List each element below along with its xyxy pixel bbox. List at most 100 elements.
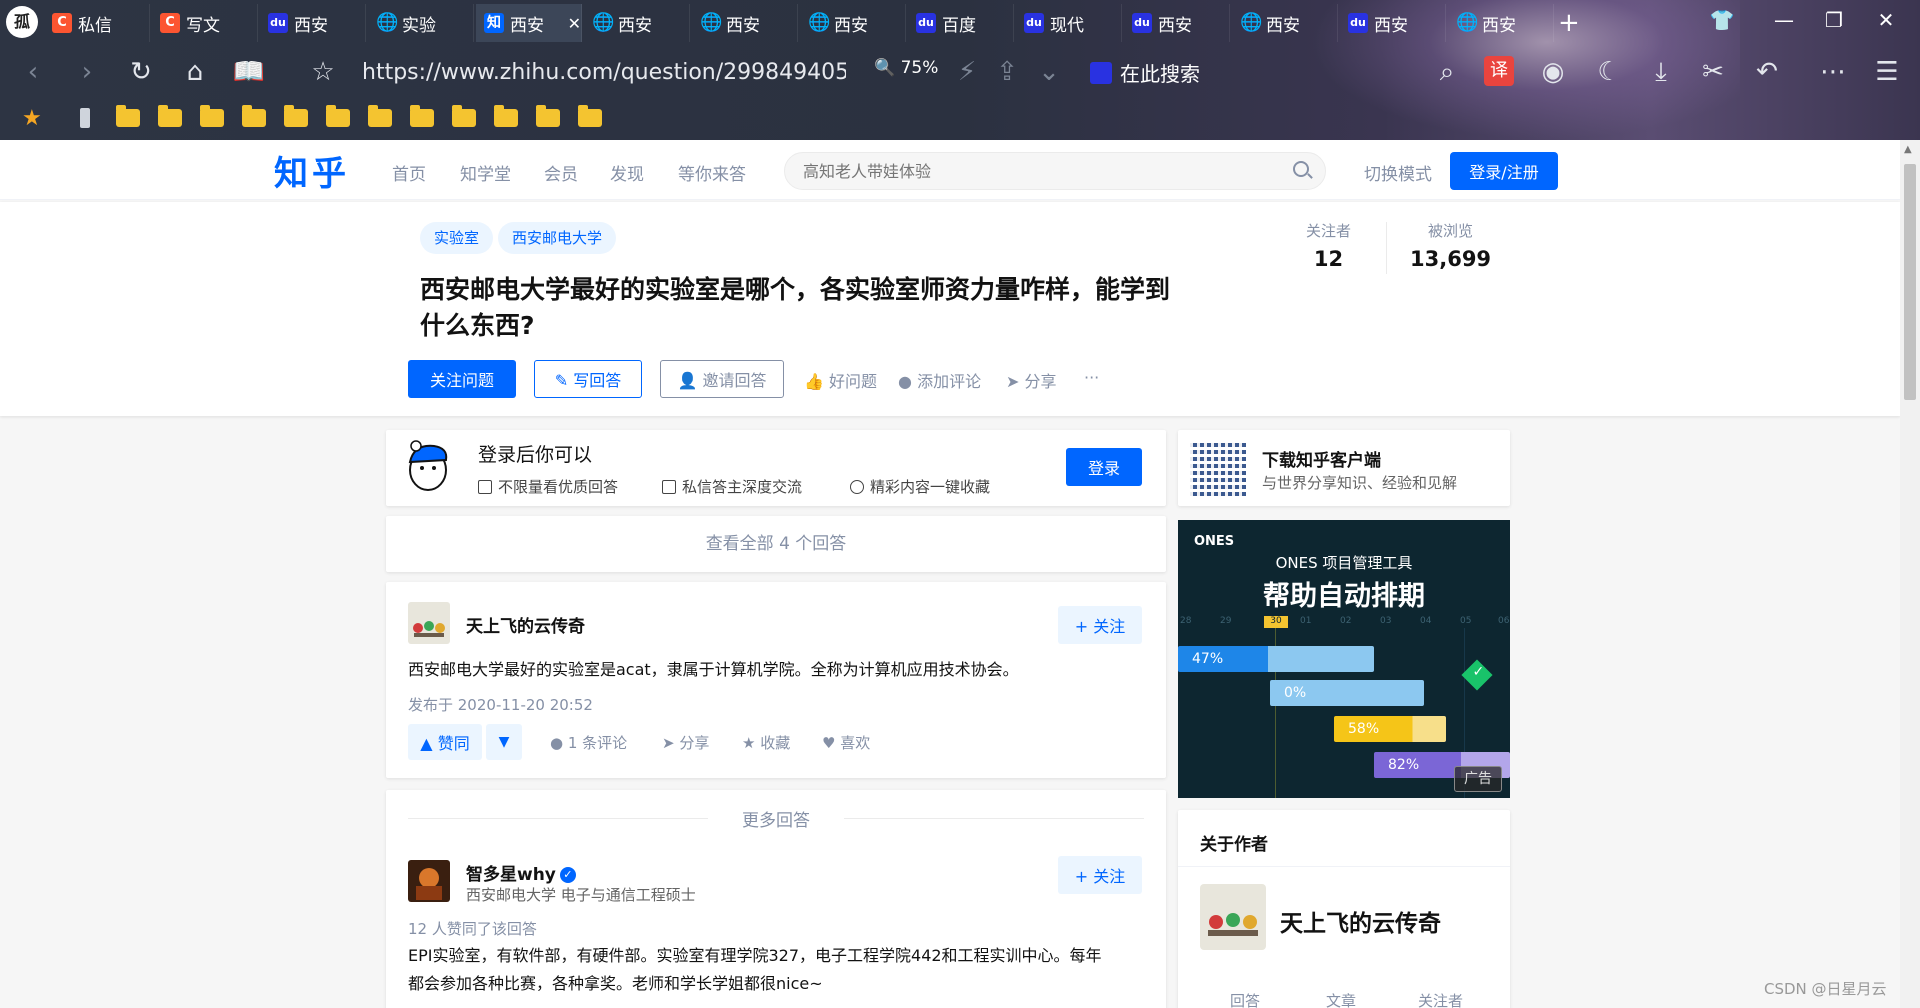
upvote-button[interactable]: ▲ 赞同 — [408, 724, 482, 760]
browser-logo[interactable]: 孤 — [6, 6, 38, 38]
more-icon[interactable]: ⋯ — [1816, 56, 1850, 88]
add-comment-action[interactable]: ● 添加评论 — [898, 368, 981, 392]
undo-close-icon[interactable]: ↶ — [1750, 56, 1784, 88]
answer-content-line[interactable]: 都会参加各种比赛，各种拿奖。老师和学长学姐都很nice~ — [408, 970, 823, 998]
browser-tab[interactable]: 🌐 西安 — [1448, 4, 1554, 42]
author-name[interactable]: 天上飞的云传奇 — [1280, 904, 1441, 938]
reload-icon[interactable]: ↻ — [124, 56, 158, 88]
bookmark-folder-icon[interactable] — [536, 105, 560, 127]
favorites-star-icon[interactable]: ★ — [22, 106, 42, 131]
author-stat-followers[interactable]: 关注者 — [1418, 990, 1463, 1008]
avatar[interactable] — [1200, 884, 1266, 950]
browser-tab[interactable]: C 写文 — [152, 4, 258, 42]
new-tab-button[interactable]: + — [1558, 8, 1580, 38]
downvote-button[interactable]: ▼ — [486, 724, 522, 760]
good-question-action[interactable]: 👍 好问题 — [804, 368, 877, 392]
switch-mode-link[interactable]: 切换模式 — [1364, 160, 1432, 185]
zoom-level[interactable]: 🔍 75% — [874, 58, 938, 78]
bookmark-folder-icon[interactable] — [284, 105, 308, 127]
close-tab-icon[interactable]: ✕ — [568, 14, 581, 33]
follow-author-button[interactable]: + 关注 — [1058, 856, 1142, 894]
topic-tag-lab[interactable]: 实验室 — [420, 222, 494, 254]
bookmark-page-icon[interactable] — [80, 108, 90, 128]
follow-question-button[interactable]: 关注问题 — [408, 360, 516, 398]
search-icon[interactable]: ⌕ — [1430, 56, 1464, 88]
bookmark-folder-icon[interactable] — [116, 105, 140, 127]
like-action[interactable]: ♥ 喜欢 — [822, 732, 870, 753]
avatar[interactable] — [408, 860, 450, 902]
download-icon[interactable]: ⤓ — [1644, 56, 1678, 88]
minimize-button[interactable]: — — [1764, 8, 1804, 32]
bookmark-folder-icon[interactable] — [200, 105, 224, 127]
back-icon[interactable]: ‹ — [16, 56, 50, 88]
answer-content[interactable]: 西安邮电大学最好的实验室是acat，隶属于计算机学院。全称为计算机应用技术协会。 — [408, 656, 1019, 684]
nav-waiting-answers[interactable]: 等你来答 — [678, 160, 746, 185]
browser-tab[interactable]: du 现代 — [1016, 4, 1122, 42]
menu-icon[interactable]: ☰ — [1870, 56, 1904, 88]
skin-icon[interactable]: 👕 — [1702, 8, 1742, 32]
invite-answer-button[interactable]: 👤 邀请回答 — [660, 360, 784, 398]
answer-time[interactable]: 发布于 2020-11-20 20:52 — [408, 694, 593, 715]
bookmark-folder-icon[interactable] — [578, 105, 602, 127]
collect-action[interactable]: ★ 收藏 — [742, 732, 790, 753]
browser-tab[interactable]: 🌐 实验 — [368, 4, 474, 42]
login-button[interactable]: 登录 — [1066, 448, 1142, 486]
bookmark-star-icon[interactable]: ☆ — [306, 56, 340, 88]
browser-tab[interactable]: 🌐 西安 — [800, 4, 906, 42]
zhihu-search-input[interactable] — [785, 153, 1265, 189]
author-name[interactable]: 天上飞的云传奇 — [466, 612, 585, 637]
share-action[interactable]: ➤ 分享 — [662, 732, 709, 753]
avatar[interactable] — [408, 602, 450, 644]
browser-tab[interactable]: du 西安 — [1124, 4, 1230, 42]
search-box[interactable]: 在此搜索 — [1090, 58, 1200, 87]
nav-discover[interactable]: 发现 — [610, 160, 644, 185]
home-icon[interactable]: ⌂ — [178, 56, 212, 88]
browser-tab[interactable]: 知西安 ✕ — [476, 4, 582, 42]
nav-home[interactable]: 首页 — [392, 160, 426, 185]
ad-banner[interactable]: ONES ONES 项目管理工具 帮助自动排期 28 29 01 02 03 0… — [1178, 520, 1510, 798]
author-stat-articles[interactable]: 文章 — [1326, 990, 1356, 1008]
share-icon[interactable]: ⇪ — [990, 56, 1024, 88]
nav-membership[interactable]: 会员 — [544, 160, 578, 185]
screenshot-icon[interactable]: ✂ — [1696, 56, 1730, 88]
speed-icon[interactable]: ⚡ — [950, 56, 984, 88]
page-scrollbar[interactable]: ▲ — [1900, 140, 1920, 1008]
more-actions-icon[interactable]: ··· — [1084, 368, 1099, 387]
browser-tab[interactable]: du 西安 — [1340, 4, 1446, 42]
scrollbar-thumb[interactable] — [1904, 164, 1916, 400]
address-bar[interactable]: https://www.zhihu.com/question/299849405… — [362, 60, 846, 85]
ad-tag[interactable]: 广告 — [1454, 766, 1502, 792]
browser-tab[interactable]: 🌐 西安 — [584, 4, 690, 42]
bookmark-folder-icon[interactable] — [410, 105, 434, 127]
translate-button[interactable]: 译 — [1484, 56, 1514, 86]
chevron-down-icon[interactable]: ⌄ — [1032, 56, 1066, 88]
comment-action[interactable]: ● 1 条评论 — [550, 732, 627, 753]
bookmark-folder-icon[interactable] — [158, 105, 182, 127]
forward-icon[interactable]: › — [70, 56, 104, 88]
answer-content-line[interactable]: EPI实验室，有软件部，有硬件部。实验室有理学院327，电子工程学院442和工程… — [408, 942, 1102, 970]
reader-icon[interactable]: 📖 — [232, 56, 266, 88]
mask-extension-icon[interactable]: ◉ — [1536, 56, 1570, 88]
close-window-button[interactable]: ✕ — [1866, 8, 1906, 32]
followers-stat[interactable]: 关注者 12 — [1306, 220, 1351, 271]
browser-tab[interactable]: du 百度 — [908, 4, 1014, 42]
bookmark-folder-icon[interactable] — [452, 105, 476, 127]
author-name[interactable]: 智多星why ✓ — [466, 860, 576, 885]
night-mode-icon[interactable]: ☾ — [1592, 56, 1626, 88]
login-register-button[interactable]: 登录/注册 — [1450, 152, 1558, 190]
browser-tab[interactable]: C 私信 — [44, 4, 150, 42]
restore-button[interactable]: ❐ — [1814, 8, 1854, 32]
bookmark-folder-icon[interactable] — [494, 105, 518, 127]
browser-tab[interactable]: 🌐 西安 — [1232, 4, 1338, 42]
download-app-card[interactable]: 下载知乎客户端 与世界分享知识、经验和见解 — [1178, 430, 1510, 506]
write-answer-button[interactable]: ✎ 写回答 — [534, 360, 642, 398]
topic-tag-xupt[interactable]: 西安邮电大学 — [498, 222, 617, 254]
bookmark-folder-icon[interactable] — [242, 105, 266, 127]
view-all-answers[interactable]: 查看全部 4 个回答 — [386, 516, 1166, 572]
share-action[interactable]: ➤ 分享 — [1006, 368, 1057, 392]
zhihu-logo[interactable]: 知乎 — [274, 146, 350, 195]
bookmark-folder-icon[interactable] — [326, 105, 350, 127]
browser-tab[interactable]: 🌐 西安 — [692, 4, 798, 42]
bookmark-folder-icon[interactable] — [368, 105, 392, 127]
search-icon[interactable] — [1293, 161, 1309, 177]
